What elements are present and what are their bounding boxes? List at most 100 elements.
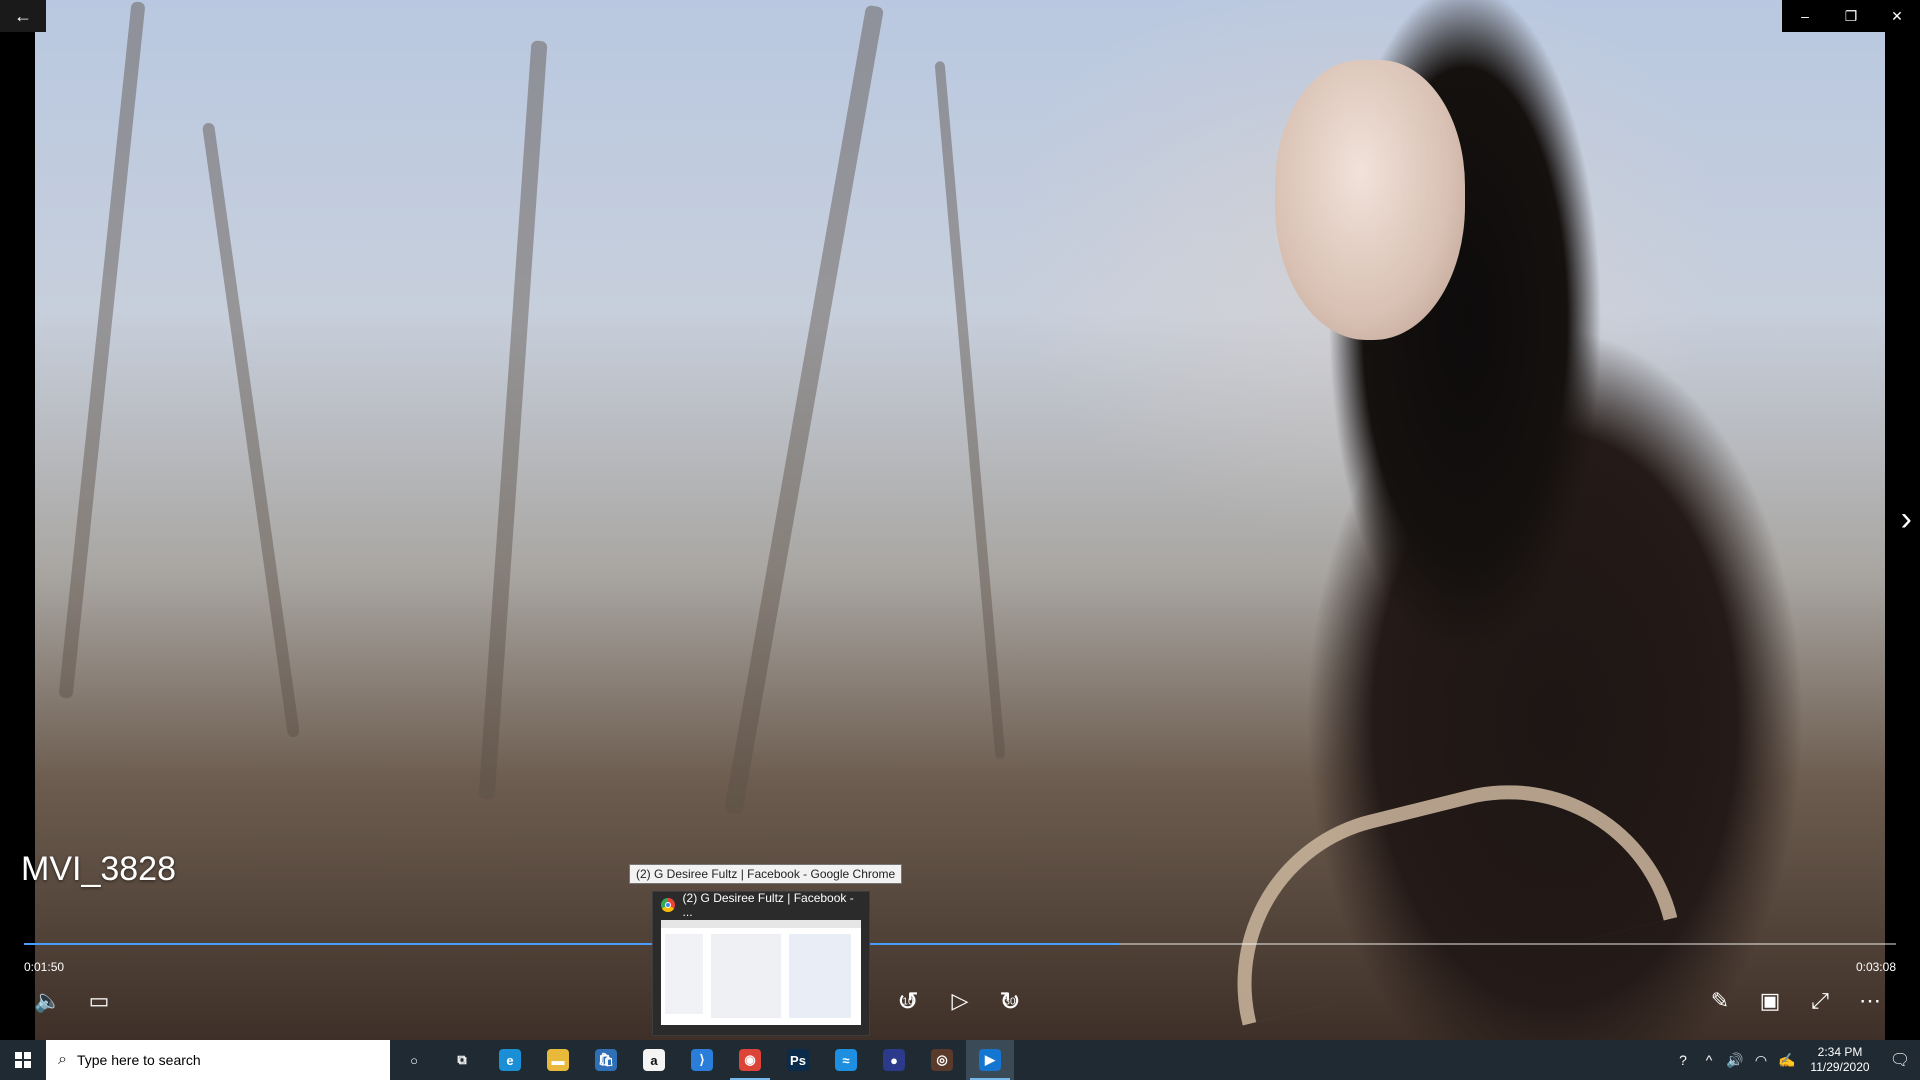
play-button[interactable]: ▷ <box>940 985 980 1017</box>
edit-button[interactable]: ✎ <box>1700 985 1740 1017</box>
notification-icon: 🗨 <box>1889 1052 1911 1069</box>
wifi-icon: ◠ <box>1754 1051 1768 1068</box>
thumbnail-header: (2) G Desiree Fultz | Facebook - ... <box>653 891 869 919</box>
search-placeholder: Type here to search <box>76 1052 201 1068</box>
amazon-icon: a <box>643 1049 665 1071</box>
total-time: 0:03:08 <box>1855 960 1896 974</box>
volume-icon: 🔈 <box>34 988 62 1013</box>
mini-view-button[interactable]: ▣ <box>1750 985 1790 1017</box>
close-icon: ✕ <box>1891 7 1903 24</box>
taskbar-tooltip: (2) G Desiree Fultz | Facebook - Google … <box>629 864 903 884</box>
background-branch <box>934 60 1006 760</box>
seek-progress <box>24 943 1120 945</box>
help-icon-glyph: ? <box>1679 1052 1687 1068</box>
show-hidden-icons[interactable]: ^ <box>1696 1052 1722 1068</box>
media-icon: ◎ <box>931 1049 953 1071</box>
preview-feed <box>711 934 781 1018</box>
windows-logo-icon <box>15 1052 31 1068</box>
app-orange-icon: ● <box>883 1049 905 1071</box>
cortana-icon: ○ <box>410 1052 418 1068</box>
taskbar-app-chrome[interactable]: ◉ <box>726 1040 774 1080</box>
play-icon: ▷ <box>951 988 969 1013</box>
edge-icon: e <box>499 1049 521 1071</box>
taskbar-app-amazon[interactable]: a <box>630 1040 678 1080</box>
video-title: MVI_3828 <box>21 850 176 888</box>
preview-contacts <box>789 934 851 1018</box>
taskbar-clock[interactable]: 2:34 PM 11/29/2020 <box>1800 1045 1880 1075</box>
more-icon: ⋯ <box>1859 988 1881 1013</box>
restore-icon: ❐ <box>1844 7 1858 24</box>
photoshop-icon: Ps <box>787 1049 809 1071</box>
taskbar-app-visual-studio[interactable]: ⟩ <box>678 1040 726 1080</box>
taskbar-app-store[interactable]: 🛍 <box>582 1040 630 1080</box>
speaker-icon: 🔊 <box>1726 1051 1744 1068</box>
visual-studio-icon: ⟩ <box>691 1049 713 1071</box>
background-branch <box>478 40 548 800</box>
volume-button[interactable]: 🔈 <box>28 985 68 1017</box>
clock-date: 11/29/2020 <box>1810 1060 1870 1074</box>
background-branch <box>201 122 301 738</box>
task-view-icon: ⧉ <box>457 1052 467 1067</box>
fullscreen-icon: ⤢ <box>1811 988 1829 1013</box>
background-branch <box>723 4 885 816</box>
back-button[interactable]: ← <box>0 0 46 32</box>
pencil-icon: ✎ <box>1710 988 1730 1013</box>
taskbar-app-edge[interactable]: e <box>486 1040 534 1080</box>
chrome-icon <box>661 898 675 912</box>
skip-forward-button[interactable]: ↻ 30 <box>990 985 1030 1017</box>
back-arrow-icon: ← <box>14 5 32 26</box>
taskbar-app-app-orange[interactable]: ● <box>870 1040 918 1080</box>
file-explorer-icon: ▬ <box>547 1049 569 1071</box>
skip-forward-icon: ↻ 30 <box>999 985 1021 1016</box>
fullscreen-button[interactable]: ⤢ <box>1800 985 1840 1017</box>
window-controls: – ❐ ✕ <box>1782 0 1920 32</box>
system-tray: ? ^ 🔊 ◠ ✍ 2:34 PM 11/29/2020 🗨 <box>1670 1040 1920 1080</box>
taskbar-app-media[interactable]: ◎ <box>918 1040 966 1080</box>
next-video-button[interactable]: › <box>1901 500 1912 539</box>
thumbnail-preview <box>661 920 861 1025</box>
clock-time: 2:34 PM <box>1817 1045 1863 1059</box>
mini-view-icon: ▣ <box>1759 988 1781 1013</box>
store-icon: 🛍 <box>595 1049 617 1071</box>
video-face <box>1275 60 1465 340</box>
taskbar-apps: ○ ⧉ e ▬ 🛍 a ⟩ ◉ Ps ≈ ● ◎ ▶ <box>390 1040 1014 1080</box>
skip-back-icon: ↺ 10 <box>897 985 919 1016</box>
movies-tv-icon: ▶ <box>979 1049 1001 1071</box>
search-icon: ⌕ <box>58 1051 67 1068</box>
close-button[interactable]: ✕ <box>1874 0 1920 32</box>
notification-button[interactable]: 🗨 <box>1880 1050 1920 1070</box>
taskbar-app-app-blue[interactable]: ≈ <box>822 1040 870 1080</box>
network-icon[interactable]: ◠ <box>1748 1052 1774 1069</box>
chevron-right-icon: › <box>1900 500 1912 538</box>
chrome-window-thumbnail[interactable]: (2) G Desiree Fultz | Facebook - ... <box>652 891 870 1036</box>
skip-back-button[interactable]: ↺ 10 <box>888 985 928 1017</box>
volume-tray-icon[interactable]: 🔊 <box>1722 1052 1748 1069</box>
current-time: 0:01:50 <box>24 960 65 974</box>
subtitles-button[interactable]: ▭ <box>79 985 119 1017</box>
app-blue-icon: ≈ <box>835 1049 857 1071</box>
taskbar-app-movies-tv[interactable]: ▶ <box>966 1040 1014 1080</box>
taskbar-app-cortana[interactable]: ○ <box>390 1040 438 1080</box>
thumbnail-title: (2) G Desiree Fultz | Facebook - ... <box>682 891 854 919</box>
taskbar: ⌕ Type here to search ○ ⧉ e ▬ 🛍 a ⟩ ◉ Ps ≈ ● ◎ ▶ ? ^… <box>0 1040 1920 1080</box>
taskbar-app-file-explorer[interactable]: ▬ <box>534 1040 582 1080</box>
minimize-button[interactable]: – <box>1782 0 1828 32</box>
subtitles-icon: ▭ <box>88 988 110 1013</box>
minimize-icon: – <box>1801 8 1809 24</box>
help-icon[interactable]: ? <box>1670 1052 1696 1068</box>
taskbar-app-task-view[interactable]: ⧉ <box>438 1040 486 1080</box>
chevron-up-icon: ^ <box>1705 1052 1713 1068</box>
taskbar-app-photoshop[interactable]: Ps <box>774 1040 822 1080</box>
start-button[interactable] <box>0 1040 46 1080</box>
taskbar-search[interactable]: ⌕ Type here to search <box>46 1040 390 1080</box>
pen-glyph-icon: ✍ <box>1778 1051 1796 1068</box>
skip-forward-seconds: 30 <box>1004 996 1016 1008</box>
pen-icon[interactable]: ✍ <box>1774 1052 1800 1069</box>
video-frame[interactable] <box>35 0 1885 1040</box>
more-options-button[interactable]: ⋯ <box>1850 985 1890 1017</box>
skip-back-seconds: 10 <box>902 996 914 1008</box>
restore-button[interactable]: ❐ <box>1828 0 1874 32</box>
chrome-icon: ◉ <box>739 1049 761 1071</box>
preview-left-column <box>665 934 703 1014</box>
seek-bar[interactable] <box>24 943 1896 945</box>
